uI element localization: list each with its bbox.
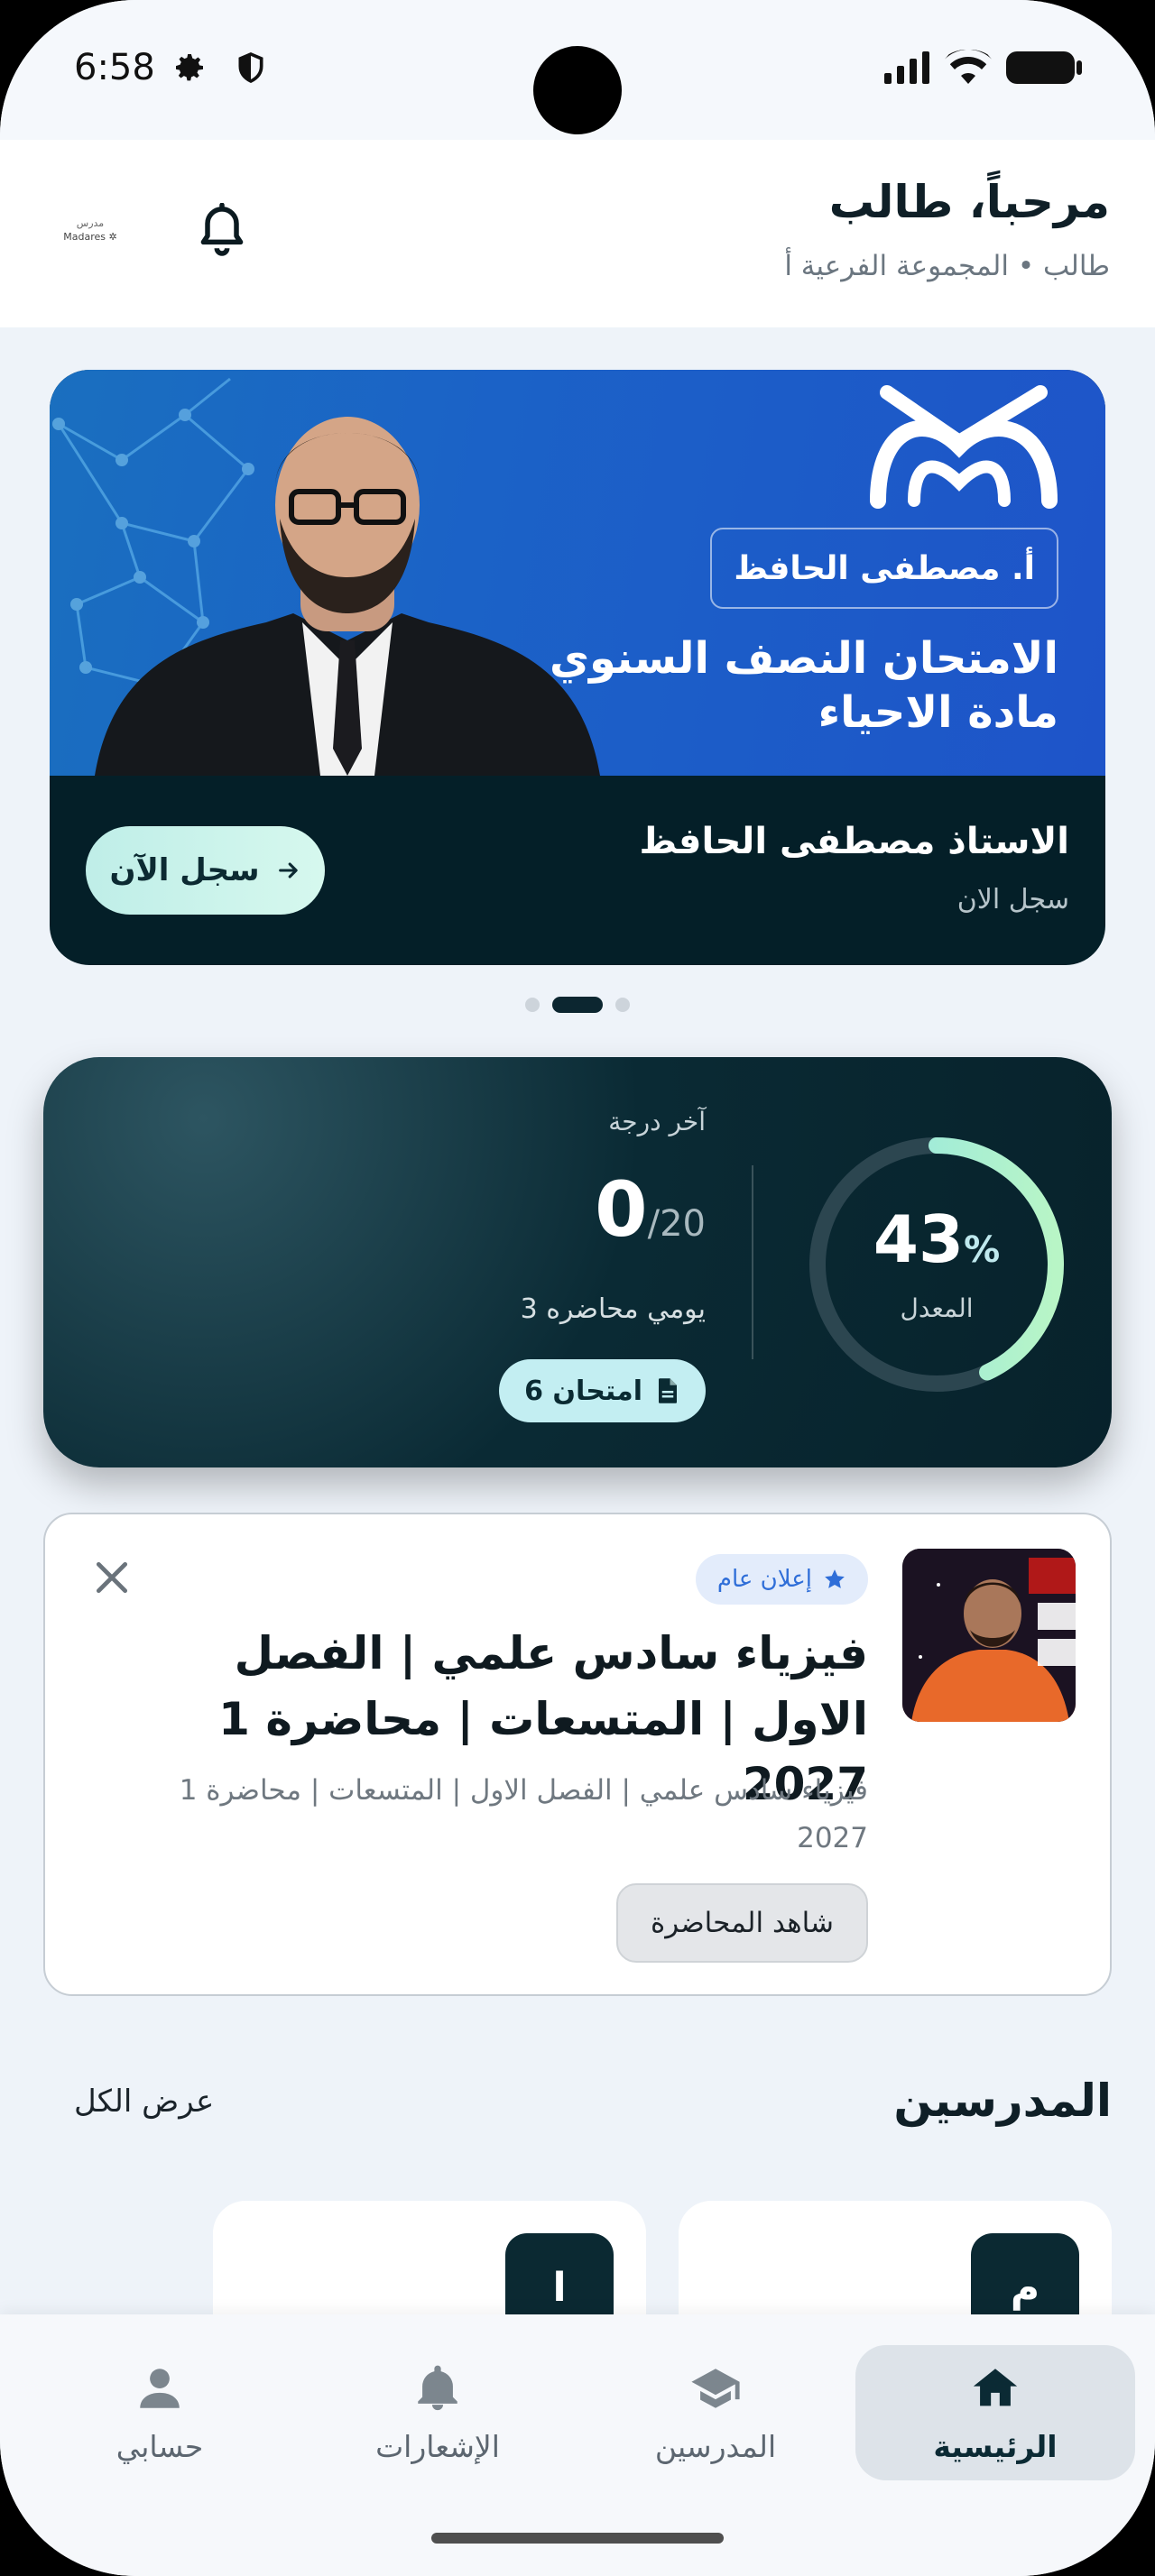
banner-teacher-badge: أ. مصطفى الحافظ (710, 528, 1058, 609)
astronaut-thumbnail-image (902, 1549, 1076, 1722)
nav-tab-teachers[interactable]: المدرسين (576, 2345, 855, 2480)
banner-headline: الامتحان النصف السنوي مادة الاحياء (550, 631, 1058, 740)
app-logo: مدرس Madares ✲ (41, 194, 140, 266)
average-value: 43 (873, 1201, 965, 1277)
exams-count-chip[interactable]: 6 امتحان (499, 1359, 706, 1422)
teachers-section-title: المدرسين (893, 2075, 1112, 2127)
bell-icon (418, 2365, 457, 2410)
notifications-bell-icon[interactable] (197, 203, 247, 261)
last-lecture-name: يومي محاضره 3 (520, 1293, 706, 1325)
nav-home-label: الرئيسية (933, 2428, 1058, 2464)
watch-lecture-label: شاهد المحاضرة (651, 1907, 834, 1939)
register-label: سجل الآن (109, 852, 260, 888)
average-percent: 43% (801, 1201, 1072, 1277)
document-icon (659, 1378, 677, 1403)
close-icon[interactable] (92, 1558, 132, 1597)
star-icon (825, 1569, 845, 1588)
exams-count-label: 6 امتحان (524, 1375, 642, 1407)
phone-screen: 6:58 مرحباً، طالب طالب • المجموعة الفرعي… (0, 0, 1155, 2576)
last-grade-label: آخر درجة (608, 1107, 706, 1136)
stats-divider (752, 1165, 753, 1359)
home-indicator (431, 2533, 724, 2544)
carousel-dot[interactable] (525, 998, 540, 1012)
last-grade-value: 0 (595, 1165, 648, 1254)
teacher-portrait (95, 417, 600, 776)
banner-headline-line2: مادة الاحياء (818, 687, 1058, 738)
announcement-type-chip: إعلان عام (695, 1554, 868, 1605)
bottom-navigation: الرئيسية المدرسين الإشعارات حسابي (0, 2314, 1155, 2576)
announcement-chip-label: إعلان عام (716, 1566, 812, 1593)
carousel-dot-active[interactable] (552, 997, 603, 1013)
home-icon (973, 2368, 1018, 2406)
camera-cutout (533, 46, 622, 134)
lecture-thumbnail[interactable] (902, 1549, 1076, 1722)
announcement-card[interactable]: إعلان عام فيزياء سادس علمي | الفصل الاول… (43, 1513, 1112, 1996)
shield-icon (238, 52, 263, 84)
nav-tab-notifications[interactable]: الإشعارات (298, 2345, 578, 2480)
register-now-button[interactable]: سجل الآن (86, 826, 325, 915)
average-unit: % (964, 1229, 1001, 1271)
last-grade-total: /20 (647, 1203, 706, 1245)
settings-gear-icon (176, 54, 203, 81)
app-header: مرحباً، طالب طالب • المجموعة الفرعية أ م… (0, 140, 1155, 327)
nav-notifications-label: الإشعارات (375, 2428, 500, 2464)
banner-teacher-name: الاستاذ مصطفى الحافظ (639, 821, 1069, 862)
arrow-right-icon (278, 862, 298, 879)
nav-tab-home[interactable]: الرئيسية (855, 2345, 1135, 2480)
madares-logo-icon: مدرس Madares ✲ (63, 217, 116, 243)
user-role-subtitle: طالب • المجموعة الفرعية أ (784, 250, 1110, 282)
wifi-icon (945, 50, 992, 84)
watch-lecture-button[interactable]: شاهد المحاضرة (616, 1883, 868, 1963)
average-label: المعدل (900, 1293, 974, 1323)
grades-summary-card[interactable]: 43% المعدل آخر درجة 0/20 يومي محاضره 3 6… (43, 1057, 1112, 1467)
person-icon (140, 2368, 180, 2408)
status-time: 6:58 (74, 47, 155, 88)
svg-text:Madares ✲: Madares ✲ (63, 231, 116, 243)
svg-text:مدرس: مدرس (77, 217, 105, 229)
last-grade-score: 0/20 (595, 1165, 706, 1254)
announcement-description: فيزياء سادس علمي | الفصل الاول | المتسعا… (179, 1774, 868, 1854)
status-bar: 6:58 (0, 0, 1155, 140)
greeting-title: مرحباً، طالب (828, 176, 1110, 228)
battery-icon (1006, 51, 1082, 84)
promo-banner[interactable]: أ. مصطفى الحافظ الامتحان النصف السنوي ما… (50, 370, 1105, 965)
signal-icon (884, 51, 929, 84)
brand-m-logo-icon (870, 385, 1058, 509)
view-all-link[interactable]: عرض الكل (74, 2084, 214, 2120)
banner-subtitle: سجل الان (956, 884, 1069, 915)
graduation-cap-icon (691, 2368, 740, 2408)
banner-image: أ. مصطفى الحافظ الامتحان النصف السنوي ما… (50, 370, 1105, 776)
nav-tab-account[interactable]: حسابي (20, 2345, 300, 2480)
carousel-indicator (0, 996, 1155, 1014)
banner-headline-line1: الامتحان النصف السنوي (549, 633, 1058, 684)
carousel-dot[interactable] (615, 998, 630, 1012)
nav-teachers-label: المدرسين (654, 2428, 777, 2464)
nav-account-label: حسابي (116, 2428, 204, 2464)
